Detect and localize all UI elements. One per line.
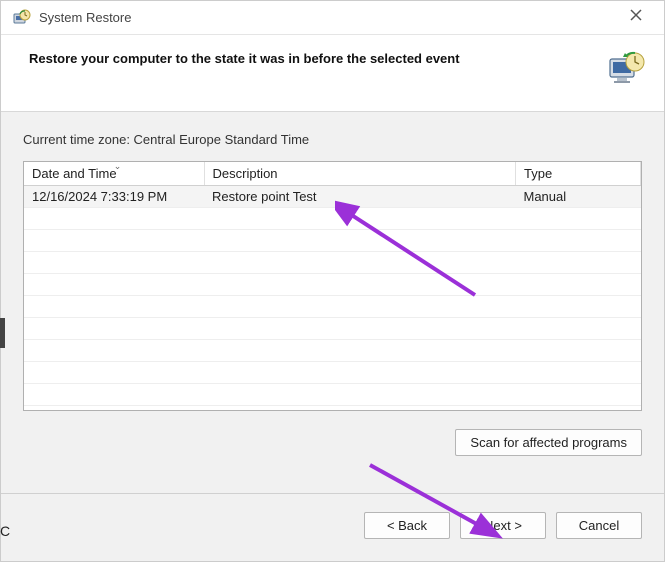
close-button[interactable]	[616, 8, 656, 27]
column-type[interactable]: Type	[516, 162, 641, 186]
table-row[interactable]	[24, 384, 641, 406]
table-row[interactable]	[24, 362, 641, 384]
system-restore-window: System Restore Restore your computer to …	[0, 0, 665, 562]
table-row[interactable]	[24, 318, 641, 340]
column-description[interactable]: Description	[204, 162, 516, 186]
system-restore-icon	[13, 9, 31, 27]
annotation-letter: C	[0, 523, 10, 539]
scan-row: Scan for affected programs	[23, 429, 642, 456]
cell-description: Restore point Test	[204, 186, 516, 208]
table-row[interactable]	[24, 230, 641, 252]
wizard-footer: < Back Next > Cancel	[1, 494, 664, 561]
table-row[interactable]	[24, 208, 641, 230]
cell-type: Manual	[516, 186, 641, 208]
table-header-row: Date and Time ⌄ Description Type	[24, 162, 641, 186]
next-button[interactable]: Next >	[460, 512, 546, 539]
window-title: System Restore	[39, 10, 616, 25]
wizard-body: Current time zone: Central Europe Standa…	[1, 112, 664, 494]
page-heading: Restore your computer to the state it wa…	[29, 51, 608, 66]
cancel-button[interactable]: Cancel	[556, 512, 642, 539]
restore-points-table[interactable]: Date and Time ⌄ Description Type 12/16/2…	[23, 161, 642, 411]
annotation-bar	[0, 318, 5, 348]
column-label: Description	[213, 166, 278, 181]
titlebar: System Restore	[1, 1, 664, 35]
back-button[interactable]: < Back	[364, 512, 450, 539]
column-label: Type	[524, 166, 552, 181]
table-row[interactable]	[24, 252, 641, 274]
scan-affected-button[interactable]: Scan for affected programs	[455, 429, 642, 456]
timezone-label: Current time zone: Central Europe Standa…	[23, 132, 642, 147]
sort-desc-icon: ⌄	[114, 161, 122, 172]
cell-datetime: 12/16/2024 7:33:19 PM	[24, 186, 204, 208]
table-row[interactable]: 12/16/2024 7:33:19 PM Restore point Test…	[24, 186, 641, 208]
column-datetime[interactable]: Date and Time ⌄	[24, 162, 204, 186]
table-row[interactable]	[24, 274, 641, 296]
wizard-header: Restore your computer to the state it wa…	[1, 35, 664, 112]
restore-monitor-icon	[608, 51, 646, 87]
table-row[interactable]	[24, 340, 641, 362]
table-row[interactable]	[24, 296, 641, 318]
column-label: Date and Time	[32, 166, 117, 181]
